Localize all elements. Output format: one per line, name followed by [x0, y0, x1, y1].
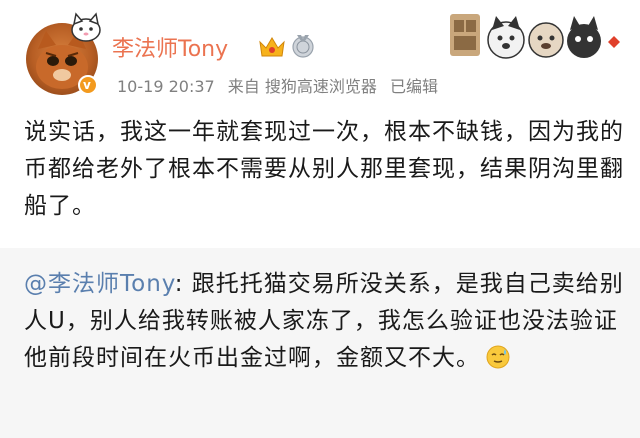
- vip-crown-icon[interactable]: [258, 34, 286, 58]
- repost-area[interactable]: @李法师Tony: 跟托托猫交易所没关系，是我自己卖给别人U，别人给我转账被人家…: [0, 248, 640, 438]
- post-meta: 10-19 20:37 来自 搜狗高速浏览器 已编辑: [117, 73, 446, 97]
- post-time: 10-19 20:37: [117, 77, 215, 96]
- mention-link[interactable]: @李法师Tony: [24, 271, 175, 297]
- sweat-smile-emoji-icon: [486, 345, 510, 369]
- repost-text-block: @李法师Tony: 跟托托猫交易所没关系，是我自己卖给别人U，别人给我转账被人家…: [24, 266, 624, 377]
- card-sticker-decoration: [448, 8, 624, 62]
- post-text: 说实话，我这一年就套现过一次，根本不缺钱，因为我的币都给老外了根本不需要从别人那…: [24, 119, 624, 219]
- edited-label[interactable]: 已编辑: [390, 77, 438, 96]
- post-source[interactable]: 来自 搜狗高速浏览器: [228, 77, 377, 96]
- medal-icon[interactable]: [291, 33, 315, 59]
- post-header: v 李法师Tony 10-19 20:37 来自 搜狗高速浏览器 已编辑: [0, 0, 640, 108]
- cat-sticker-icon: [71, 12, 101, 42]
- username[interactable]: 李法师Tony: [112, 31, 228, 63]
- verified-badge-icon: v: [78, 75, 98, 95]
